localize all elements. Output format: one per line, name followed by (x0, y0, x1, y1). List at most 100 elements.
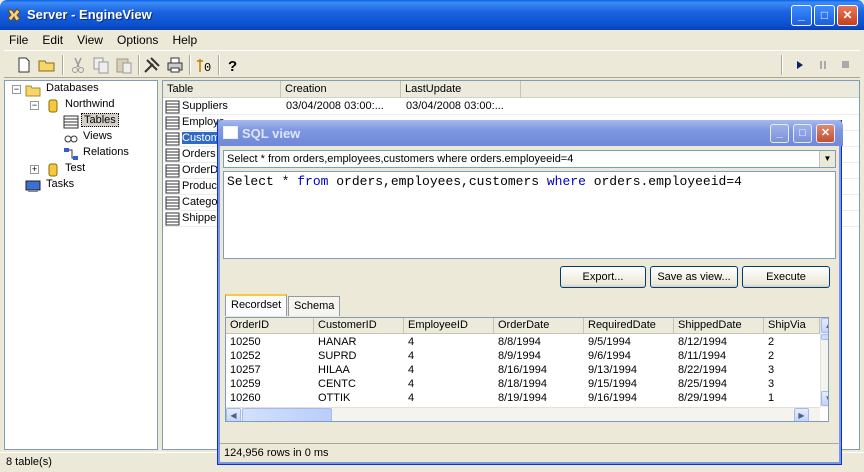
table-name: Custom (182, 132, 220, 144)
table-name: OrderD (182, 164, 219, 176)
toolbar-separator (189, 55, 191, 75)
tree-item-northwind[interactable]: Northwind (63, 98, 117, 114)
tools-icon[interactable] (142, 55, 162, 75)
print-icon[interactable] (165, 55, 185, 75)
cell-orderdate: 8/19/1994 (498, 392, 547, 404)
views-icon (64, 135, 78, 143)
cell-orderid: 10252 (230, 350, 261, 362)
paste-icon[interactable] (114, 55, 134, 75)
table-icon (63, 115, 79, 129)
column-header-orderdate[interactable]: OrderDate (494, 318, 584, 334)
table-row[interactable]: 10252 SUPRD 4 8/9/1994 9/6/1994 8/11/199… (226, 350, 828, 364)
horizontal-scroll-thumb[interactable] (242, 408, 332, 421)
close-button[interactable]: ✕ (837, 5, 858, 26)
table-creation: 03/04/2008 03:00:... (286, 100, 384, 112)
collapse-icon[interactable]: − (12, 85, 21, 94)
table-row[interactable]: Suppliers 03/04/2008 03:00:... 03/04/200… (163, 99, 859, 115)
scroll-down-icon[interactable]: ▼ (821, 391, 828, 406)
grid-header: OrderID CustomerID EmployeeID OrderDate … (226, 318, 828, 334)
list-header: Table Creation LastUpdate (163, 81, 859, 98)
execute-button[interactable]: Execute (742, 266, 830, 288)
stop-icon[interactable] (835, 55, 855, 75)
horizontal-scrollbar[interactable]: ◀ ▶ (226, 407, 820, 421)
sql-close-button[interactable]: ✕ (816, 124, 835, 143)
tab-schema[interactable]: Schema (288, 296, 341, 316)
scroll-up-icon[interactable]: ▲ (821, 318, 828, 333)
cell-shipvia: 1 (768, 392, 775, 404)
toolbar: 0 ? (4, 50, 860, 78)
sql-editor[interactable]: Select * from orders,employees,customers… (223, 171, 836, 259)
tree-item-databases[interactable]: Databases (44, 82, 101, 98)
cell-orderid: 10259 (230, 378, 261, 390)
cell-requireddate: 9/5/1994 (588, 336, 631, 348)
query-history-value: Select * from orders,employees,customers… (227, 153, 574, 165)
sql-maximize-button[interactable]: □ (793, 124, 812, 143)
tree-item-relations[interactable]: Relations (81, 146, 131, 162)
table-row[interactable]: 10260 OTTIK 4 8/19/1994 9/16/1994 8/29/1… (226, 392, 828, 406)
cell-shipvia: 2 (768, 336, 775, 348)
table-name: Catego (182, 196, 218, 208)
table-row[interactable]: 10257 HILAA 4 8/16/1994 9/13/1994 8/22/1… (226, 364, 828, 378)
cell-customerid: HANAR (318, 336, 357, 348)
column-header-creation[interactable]: Creation (281, 81, 401, 98)
table-row[interactable]: 10250 HANAR 4 8/8/1994 9/5/1994 8/12/199… (226, 336, 828, 350)
database-tree: − Databases − Northwind Tables Views Rel… (4, 80, 158, 450)
sql-view-title: SQL view (242, 126, 301, 141)
pause-icon[interactable] (813, 55, 833, 75)
collapse-icon[interactable]: − (30, 101, 39, 110)
menu-options[interactable]: Options (112, 30, 164, 47)
cell-orderid: 10260 (230, 392, 261, 404)
query-history-combo[interactable]: Select * from orders,employees,customers… (223, 150, 836, 168)
column-header-lastupdate[interactable]: LastUpdate (401, 81, 521, 98)
menu-help[interactable]: Help (167, 30, 203, 47)
tree-item-views[interactable]: Views (81, 130, 114, 146)
database-icon (48, 99, 58, 113)
scroll-left-icon[interactable]: ◀ (226, 408, 241, 421)
toolbar-separator (62, 55, 64, 75)
menu-file[interactable]: File (4, 30, 34, 47)
vertical-scroll-thumb[interactable] (821, 334, 828, 340)
help-icon[interactable]: ? (223, 55, 243, 75)
open-folder-icon[interactable] (37, 55, 57, 75)
result-tabs: Recordset Schema (223, 294, 836, 316)
sql-text: Select * (227, 174, 298, 189)
new-query-icon[interactable]: 0 (194, 55, 214, 75)
folder-icon (25, 85, 41, 97)
menu-edit[interactable]: Edit (37, 30, 69, 47)
column-header-shippeddate[interactable]: ShippedDate (674, 318, 764, 334)
scroll-right-icon[interactable]: ▶ (794, 408, 809, 421)
column-header-employeeid[interactable]: EmployeeID (404, 318, 494, 334)
copy-icon[interactable] (91, 55, 111, 75)
cell-orderid: 10257 (230, 364, 261, 376)
sql-view-title-bar[interactable]: SQL view _ □ ✕ (218, 120, 843, 146)
cell-orderdate: 8/18/1994 (498, 378, 547, 390)
minimize-button[interactable]: _ (791, 5, 812, 26)
column-header-requireddate[interactable]: RequiredDate (584, 318, 674, 334)
vertical-scrollbar[interactable]: ▲ ▼ (820, 318, 828, 407)
tree-item-tables[interactable]: Tables (81, 113, 119, 130)
cell-employeeid: 4 (408, 378, 415, 390)
tab-recordset[interactable]: Recordset (225, 294, 288, 316)
column-header-orderid[interactable]: OrderID (226, 318, 314, 334)
maximize-button[interactable]: □ (814, 5, 835, 26)
new-file-icon[interactable] (14, 55, 34, 75)
save-as-view-button[interactable]: Save as view... (650, 266, 738, 288)
play-icon[interactable] (790, 55, 810, 75)
table-icon (165, 164, 180, 178)
column-header-customerid[interactable]: CustomerID (314, 318, 404, 334)
menu-view[interactable]: View (72, 30, 109, 47)
tree-item-tasks[interactable]: Tasks (44, 178, 76, 194)
export-button[interactable]: Export... (560, 266, 646, 288)
column-header-table[interactable]: Table (163, 81, 281, 98)
chevron-down-icon[interactable]: ▼ (819, 151, 835, 167)
sql-window-icon (223, 126, 238, 139)
cell-employeeid: 4 (408, 364, 415, 376)
table-row[interactable]: 10259 CENTC 4 8/18/1994 9/15/1994 8/25/1… (226, 378, 828, 392)
sql-minimize-button[interactable]: _ (770, 124, 789, 143)
expand-icon[interactable]: + (30, 165, 39, 174)
table-name: Suppliers (182, 100, 228, 112)
cut-icon[interactable] (68, 55, 88, 75)
cell-shippeddate: 8/12/1994 (678, 336, 727, 348)
tree-item-test[interactable]: Test (63, 162, 87, 178)
column-header-shipvia[interactable]: ShipVia (764, 318, 820, 334)
